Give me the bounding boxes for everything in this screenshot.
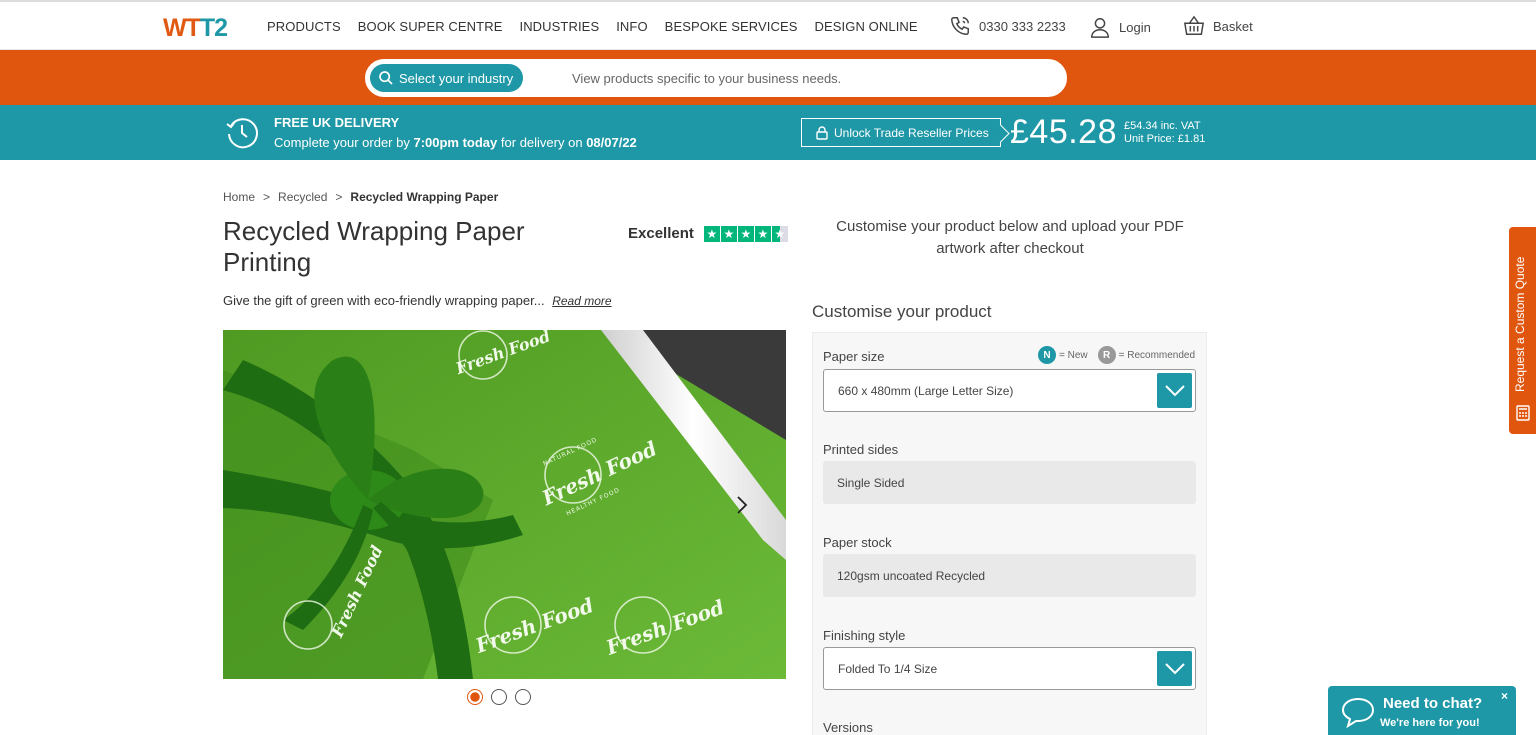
wrapping-paper-illustration: Fresh Food Fresh Food Fresh Food Fresh F… bbox=[223, 330, 786, 679]
delivery-text: Complete your order by 7:00pm today for … bbox=[274, 135, 637, 150]
login-label: Login bbox=[1119, 19, 1151, 35]
nav-book-super-centre[interactable]: BOOK SUPER CENTRE bbox=[358, 19, 503, 34]
option-legend: N = New R = Recommended bbox=[1038, 346, 1195, 364]
recommended-badge-icon: R bbox=[1097, 346, 1116, 364]
delivery-text-prefix: Complete your order by bbox=[274, 135, 410, 150]
select-industry-button[interactable]: Select your industry bbox=[370, 64, 523, 92]
printed-sides-value: Single Sided bbox=[837, 475, 905, 490]
star-icon: ★ bbox=[737, 225, 754, 242]
breadcrumb-recycled[interactable]: Recycled bbox=[278, 190, 327, 204]
paper-size-select[interactable]: 660 x 480mm (Large Letter Size) bbox=[823, 369, 1196, 412]
carousel-next-icon[interactable] bbox=[734, 494, 750, 516]
carousel-dot-1[interactable] bbox=[467, 689, 483, 705]
request-quote-tab[interactable]: Request a Custom Quote bbox=[1509, 227, 1536, 434]
delivery-date: 08/07/22 bbox=[586, 135, 637, 150]
read-more-link[interactable]: Read more bbox=[552, 294, 611, 308]
finishing-style-select[interactable]: Folded To 1/4 Size bbox=[823, 647, 1196, 690]
description-text: Give the gift of green with eco-friendly… bbox=[223, 293, 545, 308]
chevron-down-icon[interactable] bbox=[1157, 651, 1192, 686]
delivery-cutoff-time: 7:00pm today bbox=[413, 135, 498, 150]
carousel-dot-2[interactable] bbox=[491, 689, 507, 705]
chevron-down-icon[interactable] bbox=[1157, 373, 1192, 408]
delivery-clock-icon bbox=[226, 118, 258, 149]
paper-stock-value: 120gsm uncoated Recycled bbox=[837, 568, 986, 583]
printed-sides-label: Printed sides bbox=[823, 442, 899, 457]
nav-design-online[interactable]: DESIGN ONLINE bbox=[815, 19, 918, 34]
product-image: Fresh Food Fresh Food Fresh Food Fresh F… bbox=[223, 330, 786, 679]
nav-industries[interactable]: INDUSTRIES bbox=[519, 19, 599, 34]
select-industry-label: Select your industry bbox=[399, 70, 514, 86]
star-icon: ★ bbox=[703, 225, 720, 242]
customise-intro: Customise your product below and upload … bbox=[836, 218, 1184, 257]
basket-icon bbox=[1183, 15, 1205, 35]
nav-info[interactable]: INFO bbox=[616, 19, 647, 34]
logo-part-2: T2 bbox=[199, 14, 228, 42]
unit-price: Unit Price: £1.81 bbox=[1124, 133, 1206, 145]
main-nav: PRODUCTS BOOK SUPER CENTRE INDUSTRIES IN… bbox=[267, 19, 935, 34]
price: £45.28 bbox=[1010, 113, 1117, 151]
rating-stars: ★ ★ ★ ★ ★ bbox=[703, 225, 789, 242]
breadcrumb-current: Recycled Wrapping Paper bbox=[350, 190, 499, 204]
search-icon bbox=[379, 71, 393, 85]
trustpilot-rating[interactable]: Excellent ★ ★ ★ ★ ★ bbox=[628, 225, 789, 242]
nav-products[interactable]: PRODUCTS bbox=[267, 19, 341, 34]
logo-part-1: WT bbox=[163, 14, 201, 42]
customise-title: Customise your product bbox=[812, 302, 992, 321]
paper-stock-field: 120gsm uncoated Recycled bbox=[823, 554, 1196, 597]
paper-size-value: 660 x 480mm (Large Letter Size) bbox=[838, 383, 1014, 398]
delivery-title: FREE UK DELIVERY bbox=[274, 115, 400, 130]
industry-search-placeholder: View products specific to your business … bbox=[572, 71, 842, 86]
breadcrumb-home[interactable]: Home bbox=[223, 190, 255, 204]
price-details: £54.34 inc. VAT Unit Price: £1.81 bbox=[1124, 120, 1205, 146]
rating-label: Excellent bbox=[628, 225, 694, 242]
nav-bespoke-services[interactable]: BESPOKE SERVICES bbox=[665, 19, 798, 34]
price-inc-vat: £54.34 inc. VAT bbox=[1124, 120, 1201, 132]
paper-size-label: Paper size bbox=[823, 349, 885, 364]
industry-search[interactable]: Select your industry View products speci… bbox=[365, 59, 1067, 97]
phone-link[interactable]: 0330 333 2233 bbox=[949, 15, 1066, 37]
chat-widget[interactable]: Need to chat? We're here for you! × bbox=[1328, 686, 1516, 735]
star-icon: ★ bbox=[720, 225, 737, 242]
logo[interactable]: WTT2 bbox=[163, 14, 228, 43]
breadcrumb-separator: > bbox=[263, 190, 271, 204]
unlock-trade-prices-button[interactable]: Unlock Trade Reseller Prices bbox=[801, 118, 1001, 147]
chat-title: Need to chat? bbox=[1383, 695, 1483, 712]
basket-link[interactable]: Basket bbox=[1183, 15, 1253, 37]
industry-bar: Select your industry View products speci… bbox=[0, 50, 1536, 105]
finishing-style-value: Folded To 1/4 Size bbox=[838, 661, 938, 676]
delivery-bar: FREE UK DELIVERY Complete your order by … bbox=[0, 105, 1536, 160]
close-icon[interactable]: × bbox=[1501, 689, 1508, 703]
legend-recommended: = Recommended bbox=[1118, 349, 1196, 361]
chat-subtitle: We're here for you! bbox=[1380, 717, 1480, 729]
printed-sides-field: Single Sided bbox=[823, 461, 1196, 504]
versions-label: Versions bbox=[823, 720, 873, 735]
finishing-style-label: Finishing style bbox=[823, 628, 906, 643]
lock-icon bbox=[816, 125, 828, 140]
new-badge-icon: N bbox=[1038, 346, 1056, 364]
legend-new: = New bbox=[1059, 349, 1088, 361]
login-link[interactable]: Login bbox=[1089, 15, 1151, 39]
breadcrumb: Home > Recycled > Recycled Wrapping Pape… bbox=[223, 190, 506, 204]
delivery-text-mid: for delivery on bbox=[500, 135, 583, 150]
calculator-icon bbox=[1516, 405, 1530, 421]
basket-label: Basket bbox=[1213, 18, 1253, 34]
unlock-label: Unlock Trade Reseller Prices bbox=[834, 125, 989, 140]
product-description: Give the gift of green with eco-friendly… bbox=[223, 293, 612, 308]
page-title: Recycled Wrapping Paper Printing bbox=[223, 216, 525, 277]
phone-number: 0330 333 2233 bbox=[979, 18, 1066, 34]
chat-bubble-icon bbox=[1341, 697, 1375, 728]
half-star-icon: ★ bbox=[771, 225, 788, 242]
breadcrumb-separator: > bbox=[335, 190, 343, 204]
top-navigation: WTT2 PRODUCTS BOOK SUPER CENTRE INDUSTRI… bbox=[0, 0, 1536, 50]
request-quote-label: Request a Custom Quote bbox=[1513, 256, 1527, 392]
phone-icon bbox=[951, 17, 969, 35]
carousel-dot-3[interactable] bbox=[515, 689, 531, 705]
carousel-dots bbox=[467, 689, 531, 705]
paper-stock-label: Paper stock bbox=[823, 535, 892, 550]
star-icon: ★ bbox=[754, 225, 771, 242]
user-icon bbox=[1091, 18, 1109, 38]
